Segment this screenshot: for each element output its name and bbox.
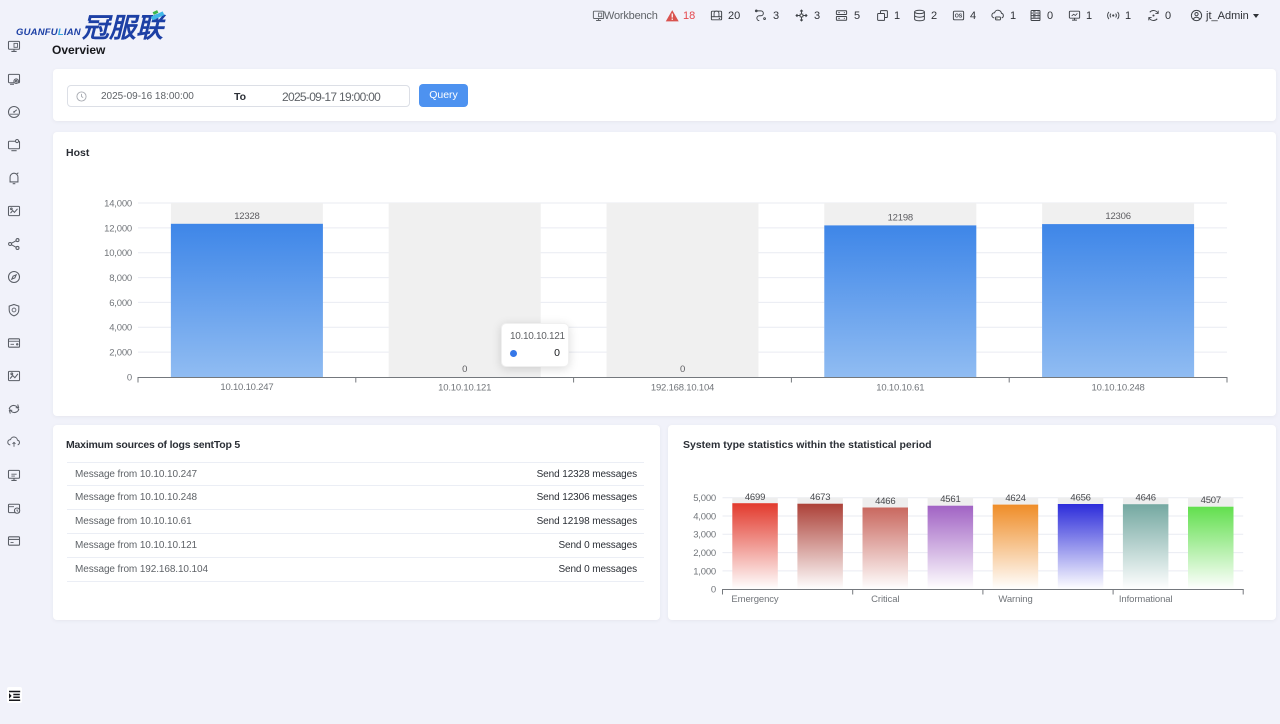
svg-text:12328: 12328: [234, 211, 259, 222]
svg-text:12,000: 12,000: [104, 223, 132, 234]
svg-text:12198: 12198: [888, 212, 913, 223]
svg-text:Emergency: Emergency: [731, 594, 778, 605]
svg-text:8,000: 8,000: [109, 273, 132, 284]
svg-text:0: 0: [127, 372, 132, 383]
svg-text:4624: 4624: [1005, 493, 1025, 504]
svg-text:0: 0: [462, 364, 467, 375]
svg-text:10.10.10.61: 10.10.10.61: [876, 383, 924, 394]
svg-text:4561: 4561: [940, 494, 960, 505]
svg-text:4656: 4656: [1070, 493, 1090, 504]
svg-text:4466: 4466: [875, 496, 895, 507]
svg-text:4699: 4699: [745, 492, 765, 503]
svg-text:Warning: Warning: [998, 594, 1032, 605]
svg-text:0: 0: [711, 585, 716, 596]
svg-text:Informational: Informational: [1119, 594, 1173, 605]
svg-text:2,000: 2,000: [693, 548, 716, 559]
svg-text:3,000: 3,000: [693, 530, 716, 541]
svg-text:10.10.10.121: 10.10.10.121: [438, 383, 491, 394]
svg-text:2,000: 2,000: [109, 348, 132, 359]
svg-text:OS: OS: [955, 13, 963, 19]
svg-text:12306: 12306: [1105, 211, 1130, 222]
svg-text:10.10.10.247: 10.10.10.247: [220, 382, 273, 393]
svg-text:5,000: 5,000: [693, 493, 716, 504]
svg-text:1,000: 1,000: [693, 566, 716, 577]
svg-text:4646: 4646: [1136, 493, 1156, 504]
svg-text:6,000: 6,000: [109, 298, 132, 309]
svg-text:4,000: 4,000: [109, 323, 132, 334]
svg-text:4673: 4673: [810, 492, 830, 503]
svg-text:4,000: 4,000: [693, 511, 716, 522]
svg-text:Critical: Critical: [871, 594, 899, 605]
svg-text:0: 0: [680, 364, 685, 375]
svg-text:4507: 4507: [1201, 495, 1221, 506]
svg-text:14,000: 14,000: [104, 198, 132, 209]
svg-text:10,000: 10,000: [104, 248, 132, 259]
svg-text:10.10.10.248: 10.10.10.248: [1092, 383, 1145, 394]
svg-text:192.168.10.104: 192.168.10.104: [651, 383, 714, 394]
